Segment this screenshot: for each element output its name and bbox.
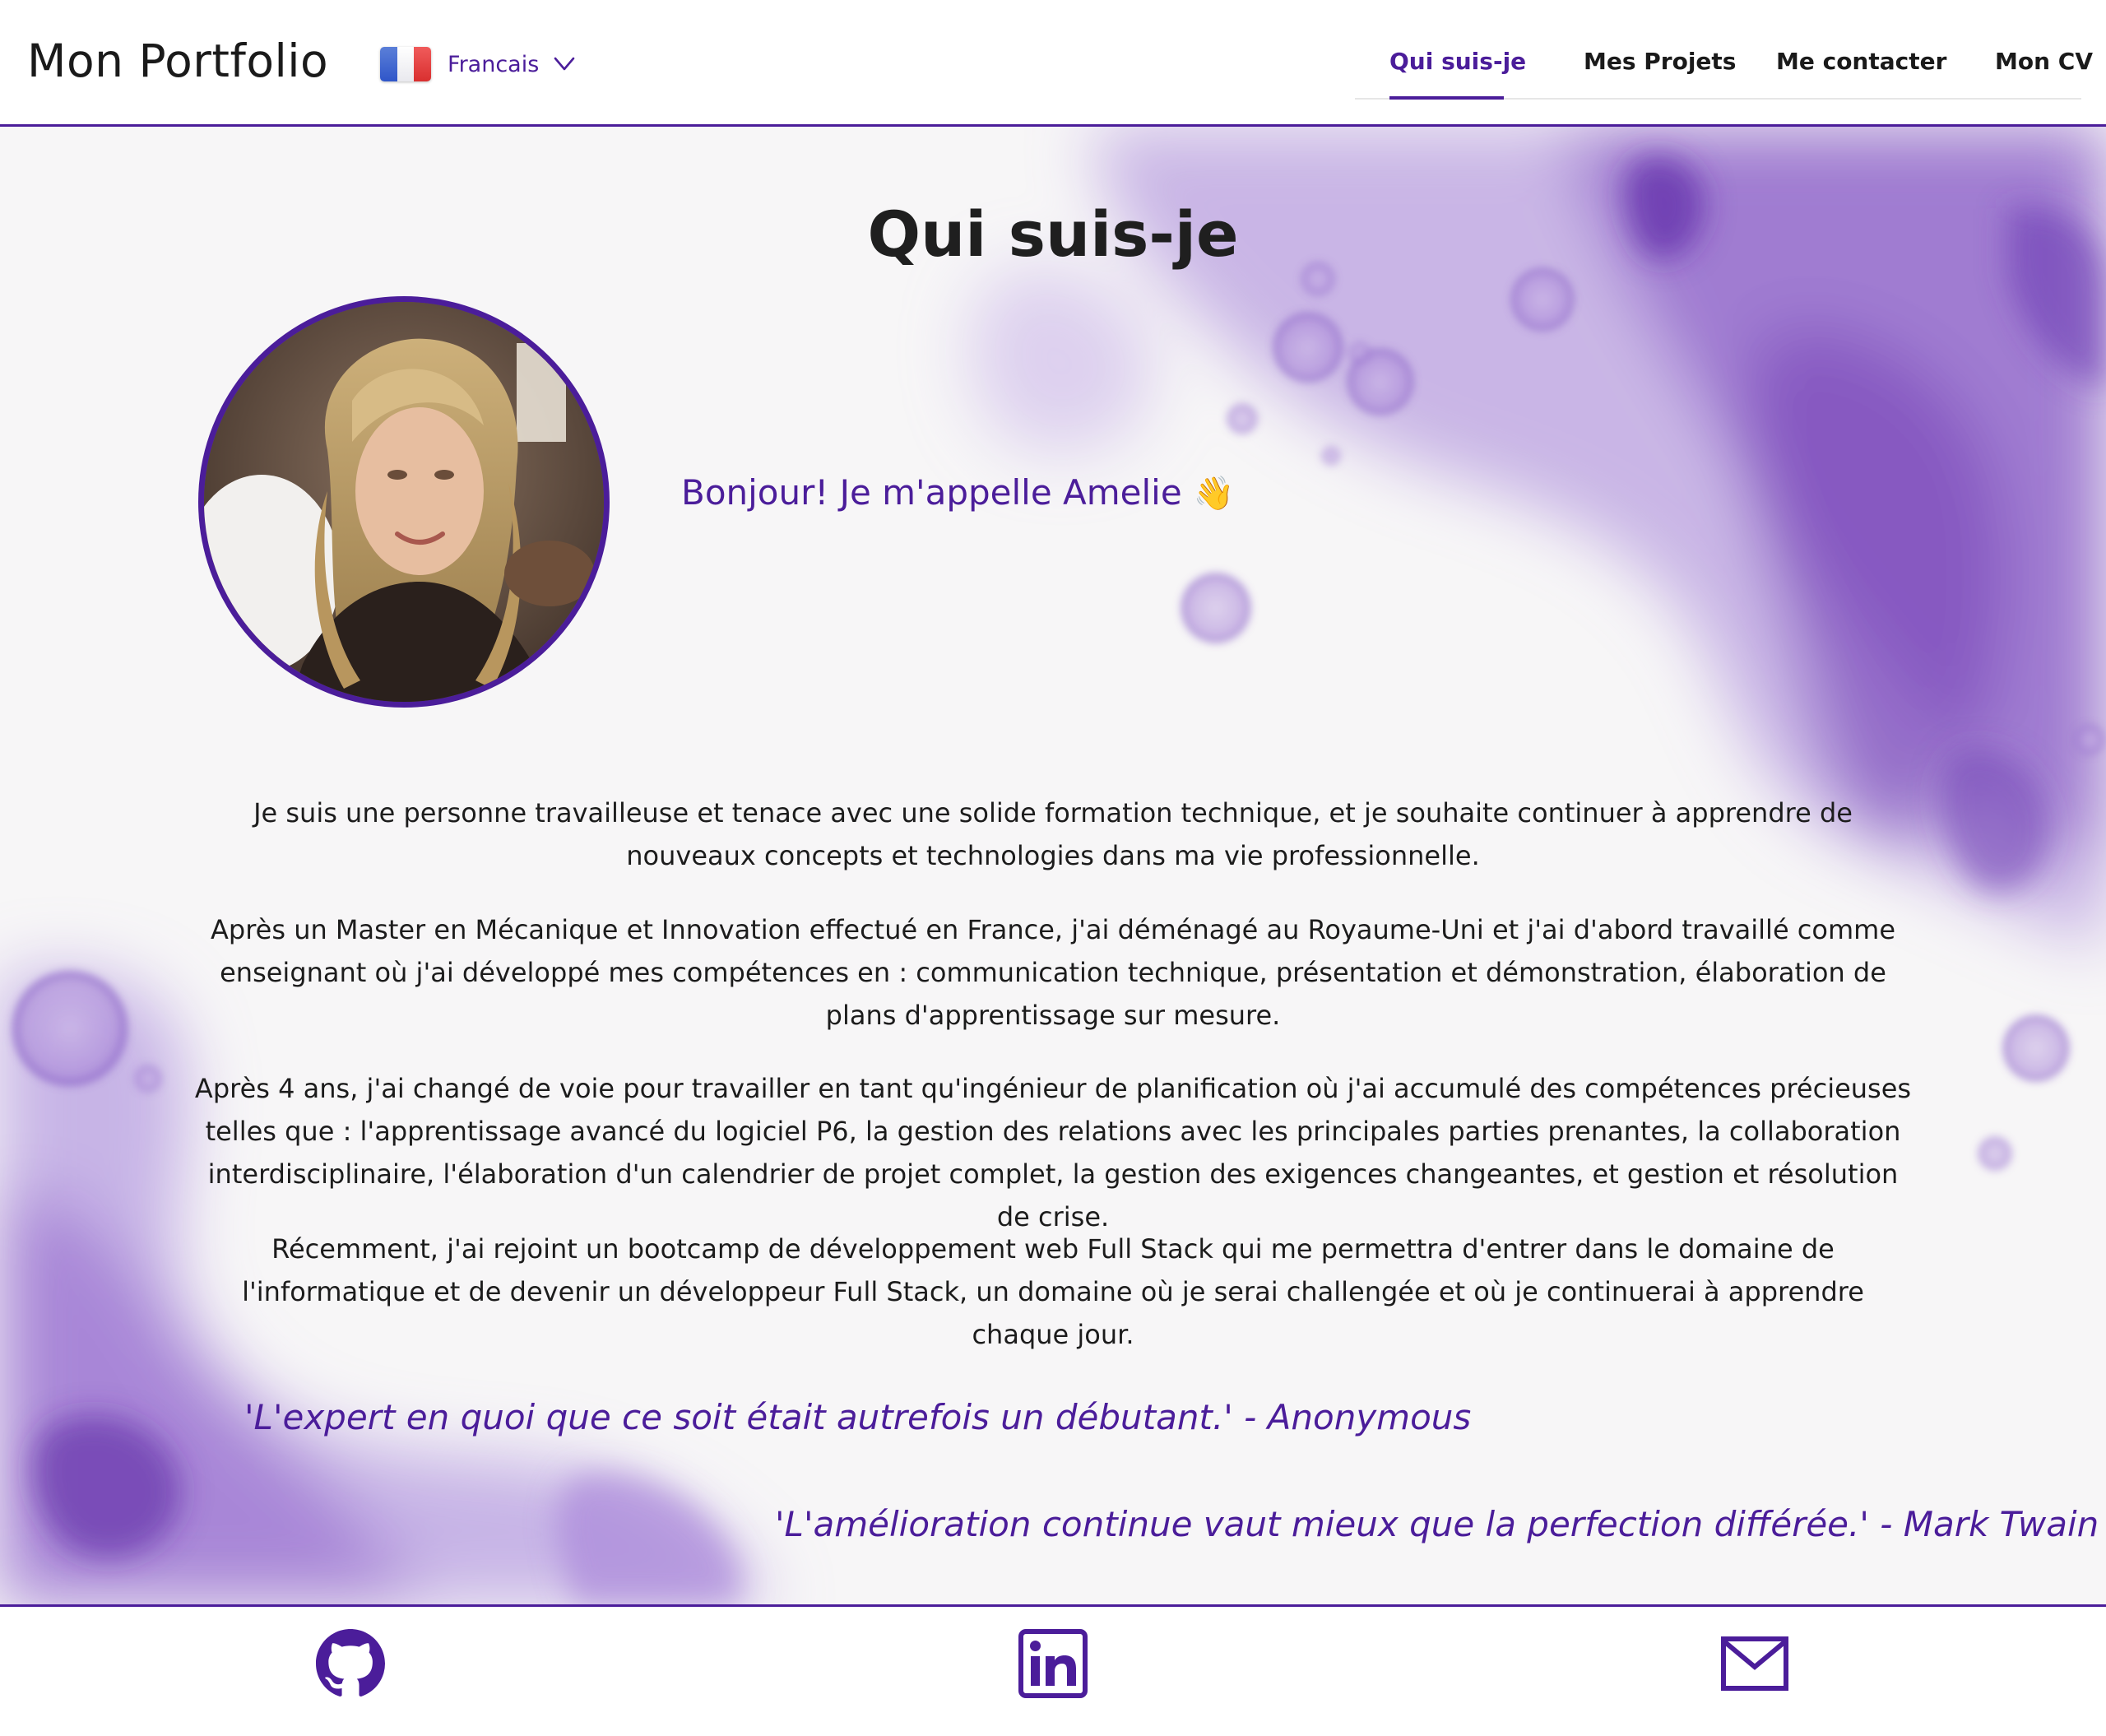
site-header: Mon Portfolio Francais Qui suis-je Mes P… <box>0 0 2106 127</box>
quote-mark-twain: 'L'amélioration continue vaut mieux que … <box>775 1504 2099 1544</box>
nav-item-qui-suis-je[interactable]: Qui suis-je <box>1389 48 1526 75</box>
education-paragraph: Après un Master en Mécanique et Innovati… <box>211 914 1895 1031</box>
main-nav: Qui suis-je Mes Projets Me contacter Mon… <box>1355 0 2093 100</box>
active-tab-indicator <box>1389 96 1504 100</box>
language-selector[interactable]: Francais <box>380 46 575 82</box>
page-title: Qui suis-je <box>867 197 1239 271</box>
france-flag-icon <box>380 47 431 81</box>
intro-paragraph: Je suis une personne travailleuse et ten… <box>253 797 1853 871</box>
profile-photo <box>198 296 610 708</box>
linkedin-icon[interactable] <box>1018 1629 1088 1698</box>
quote-anonymous: 'L'expert en quoi que ce soit était autr… <box>244 1397 1472 1437</box>
site-footer <box>0 1604 2106 1736</box>
greeting-heading: Bonjour! Je m'appelle Amelie 👋 <box>681 472 1235 513</box>
github-icon[interactable] <box>316 1629 385 1698</box>
language-label: Francais <box>448 51 540 77</box>
nav-item-me-contacter[interactable]: Me contacter <box>1776 48 1946 75</box>
bootcamp-paragraph: Récemment, j'ai rejoint un bootcamp de d… <box>242 1233 1864 1350</box>
brand-title[interactable]: Mon Portfolio <box>27 35 328 87</box>
waving-hand-icon: 👋 <box>1193 475 1235 513</box>
nav-item-mon-cv[interactable]: Mon CV <box>1995 48 2093 75</box>
chevron-down-icon <box>554 57 575 71</box>
mail-icon[interactable] <box>1720 1629 1789 1698</box>
greeting-text: Bonjour! Je m'appelle Amelie <box>681 472 1182 513</box>
career-paragraph: Après 4 ans, j'ai changé de voie pour tr… <box>194 1073 1912 1232</box>
nav-item-mes-projets[interactable]: Mes Projets <box>1584 48 1736 75</box>
about-section: Qui suis-je Bonjour! Je m'appelle Amelie… <box>0 127 2106 1604</box>
